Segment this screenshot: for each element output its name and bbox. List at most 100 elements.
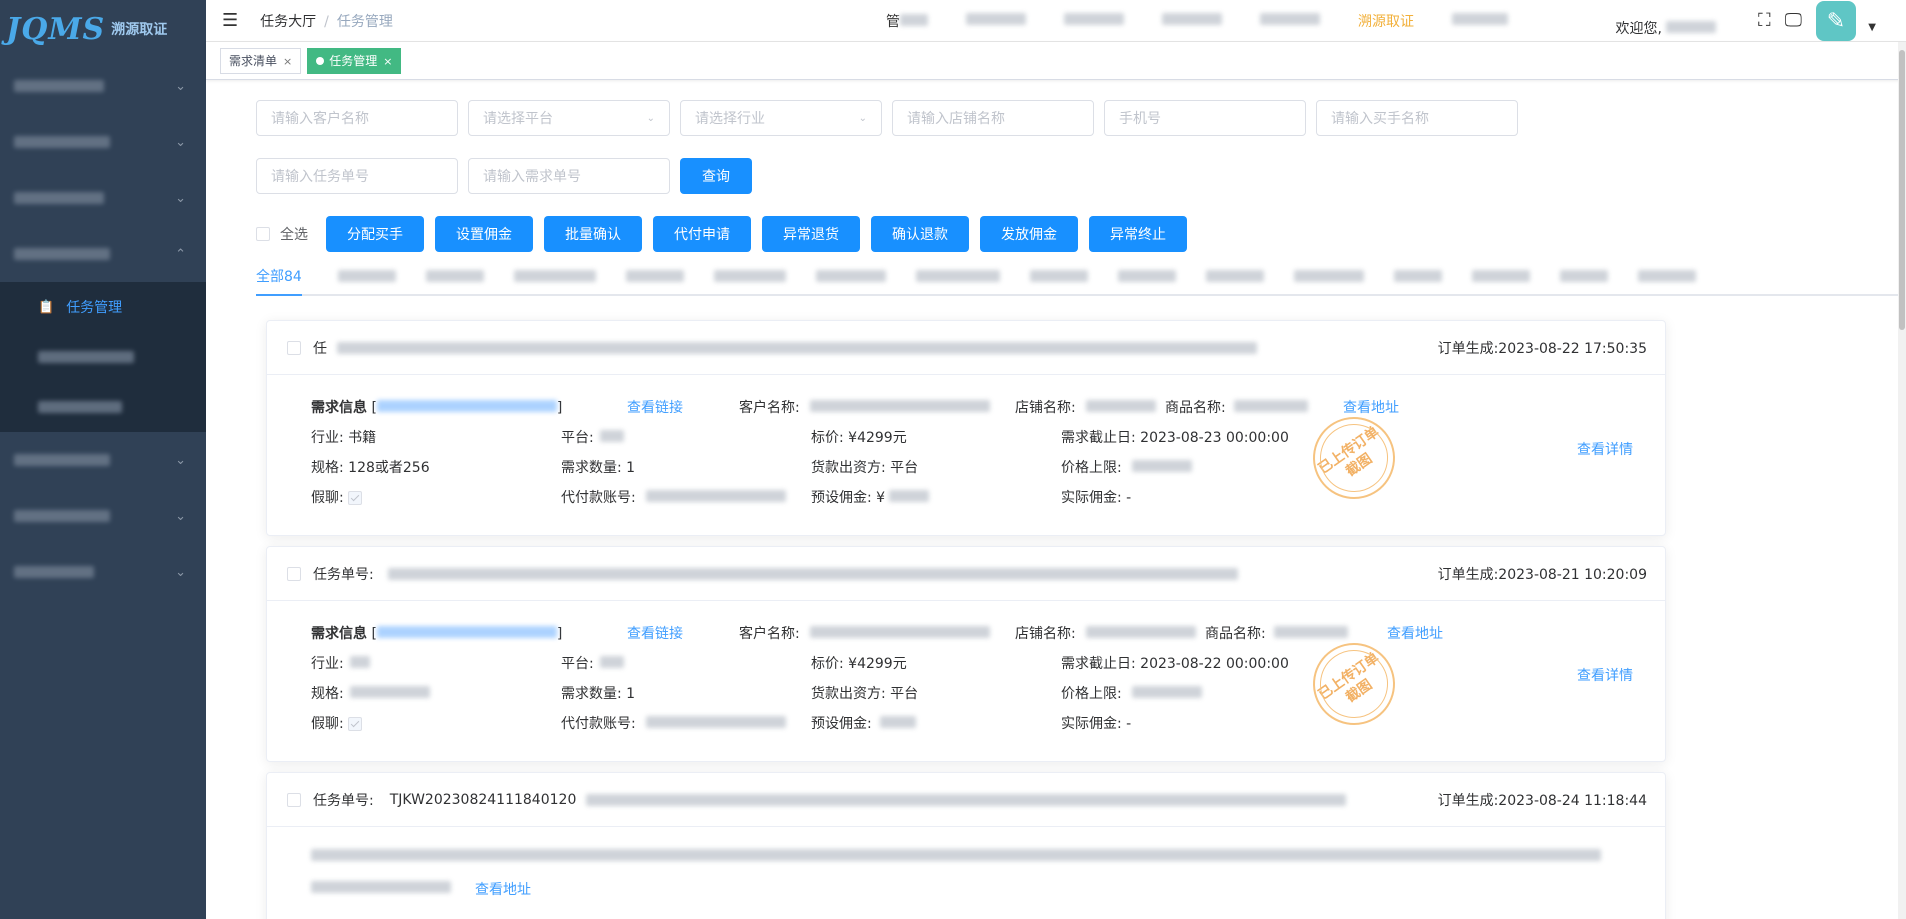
platform-select[interactable]: 请选择平台 ⌄ <box>468 100 670 136</box>
phone-input[interactable]: 手机号 <box>1104 100 1306 136</box>
tab-blurred[interactable] <box>625 270 684 282</box>
breadcrumb-current: 任务管理 <box>336 13 393 30</box>
fake-chat-field: 假聊: <box>311 487 363 507</box>
sidebar-menu-1[interactable]: ⌄ <box>0 58 206 114</box>
tab-blurred[interactable] <box>1117 270 1176 282</box>
sidebar-menu-2[interactable]: ⌄ <box>0 114 206 170</box>
view-link[interactable]: 查看链接 <box>627 397 683 417</box>
payer-field: 货款出资方: 平台 <box>811 686 919 702</box>
topnav-item-3[interactable] <box>1064 13 1124 29</box>
sidebar-subitem-2[interactable] <box>0 332 206 382</box>
tab-blurred[interactable] <box>1205 270 1264 282</box>
topnav-item-2[interactable] <box>966 13 1026 29</box>
set-commission-button[interactable]: 设置佣金 <box>435 216 533 252</box>
view-address-link[interactable]: 查看地址 <box>1387 623 1443 643</box>
query-button[interactable]: 查询 <box>680 158 752 194</box>
page-scrollbar[interactable] <box>1898 42 1906 919</box>
tab-blurred[interactable] <box>815 270 886 282</box>
blurred-label <box>1666 21 1716 33</box>
task-checkbox[interactable] <box>287 340 301 355</box>
tab-blurred[interactable] <box>425 270 484 282</box>
tab-blurred[interactable] <box>1559 270 1608 282</box>
hamburger-icon[interactable]: ☰ <box>222 10 238 31</box>
tag-label: 任务管理 <box>329 53 378 68</box>
issue-commission-button[interactable]: 发放佣金 <box>980 216 1078 252</box>
select-all-checkbox[interactable] <box>256 227 270 241</box>
blurred-row <box>311 881 451 897</box>
fullscreen-icon[interactable]: ⛶ <box>1758 10 1771 31</box>
blurred-value <box>1131 460 1192 472</box>
batch-confirm-button[interactable]: 批量确认 <box>544 216 642 252</box>
sidebar-menu-4[interactable]: ⌃ <box>0 226 206 282</box>
view-address-link[interactable]: 查看地址 <box>1343 397 1399 417</box>
close-icon[interactable]: × <box>283 55 292 68</box>
action-bar: 全选 分配买手 设置佣金 批量确认 代付申请 异常退货 确认退款 发放佣金 异常… <box>256 216 1198 252</box>
view-details-link[interactable]: 查看详情 <box>1577 439 1633 459</box>
scrollbar-thumb[interactable] <box>1899 50 1905 330</box>
tab-blurred[interactable] <box>1393 270 1442 282</box>
sidebar-menu-5[interactable]: ⌄ <box>0 432 206 488</box>
monitor-icon[interactable]: 🖵 <box>1785 10 1802 31</box>
sidebar-menu-7[interactable]: ⌄ <box>0 544 206 600</box>
buyer-name-input[interactable]: 请输入买手名称 <box>1316 100 1518 136</box>
tab-blurred[interactable] <box>1637 270 1696 282</box>
abnormal-terminate-button[interactable]: 异常终止 <box>1089 216 1187 252</box>
tab-blurred[interactable] <box>1029 270 1088 282</box>
chevron-down-icon: ⌄ <box>175 508 186 524</box>
logo-subtitle: 溯源取证 <box>111 22 168 38</box>
breadcrumb-root[interactable]: 任务大厅 <box>260 14 316 30</box>
blurred-value <box>809 400 990 412</box>
blurred-value <box>1131 686 1202 698</box>
top-header: ☰ 任务大厅 / 任务管理 管 溯源取证 欢迎您, ⛶ 🖵 ✎ ▼ <box>206 0 1906 42</box>
tab-blurred[interactable] <box>513 270 596 282</box>
tag-task-management[interactable]: 任务管理 × <box>307 47 402 74</box>
tab-blurred[interactable] <box>337 270 396 282</box>
tab-blurred[interactable] <box>1471 270 1530 282</box>
industry-select[interactable]: 请选择行业 ⌄ <box>680 100 882 136</box>
tab-all[interactable]: 全部84 <box>256 266 302 296</box>
confirm-refund-button[interactable]: 确认退款 <box>871 216 969 252</box>
price-field: 标价: ¥4299元 <box>811 430 907 446</box>
task-checkbox[interactable] <box>287 566 301 581</box>
task-no-input[interactable]: 请输入任务单号 <box>256 158 458 194</box>
tab-blurred[interactable] <box>1293 270 1364 282</box>
avatar[interactable]: ✎ <box>1816 1 1856 41</box>
fake-chat-label: 假聊: <box>311 490 344 506</box>
agent-pay-button[interactable]: 代付申请 <box>653 216 751 252</box>
sidebar-menu-6[interactable]: ⌄ <box>0 488 206 544</box>
caret-down-icon[interactable]: ▼ <box>1868 22 1876 33</box>
topnav-item-1[interactable]: 管 <box>886 11 928 31</box>
blurred-value <box>599 430 624 442</box>
customer-name-input[interactable]: 请输入客户名称 <box>256 100 458 136</box>
task-checkbox[interactable] <box>287 792 301 807</box>
sidebar-subitem-3[interactable] <box>0 382 206 432</box>
blurred-value <box>645 490 786 502</box>
blurred-value <box>1085 626 1196 638</box>
assign-buyer-button[interactable]: 分配买手 <box>326 216 424 252</box>
tab-blurred[interactable] <box>915 270 1000 282</box>
view-details-link[interactable]: 查看详情 <box>1577 665 1633 685</box>
blurred-demand-no <box>376 400 557 412</box>
shop-label: 店铺名称: <box>1015 400 1076 416</box>
close-icon[interactable]: × <box>383 55 392 68</box>
view-address-link[interactable]: 查看地址 <box>475 879 531 899</box>
topnav-item-traceability[interactable]: 溯源取证 <box>1358 11 1414 31</box>
demand-no-input[interactable]: 请输入需求单号 <box>468 158 670 194</box>
sidebar-menu-3[interactable]: ⌄ <box>0 170 206 226</box>
abnormal-return-button[interactable]: 异常退货 <box>762 216 860 252</box>
preset-commission-field: 预设佣金: <box>811 713 916 733</box>
demand-info: 需求信息 [] <box>311 397 562 417</box>
tag-demand-list[interactable]: 需求清单 × <box>220 47 302 74</box>
tab-blurred[interactable] <box>713 270 786 282</box>
placeholder: 请输入任务单号 <box>271 169 369 185</box>
topnav-item-4[interactable] <box>1162 13 1222 29</box>
view-link[interactable]: 查看链接 <box>627 623 683 643</box>
bracket-close: ] <box>556 626 563 642</box>
topnav-item-7[interactable] <box>1452 13 1508 29</box>
shop-name-input[interactable]: 请输入店铺名称 <box>892 100 1094 136</box>
tags-view: 需求清单 × 任务管理 × <box>206 42 1906 80</box>
topnav-item-5[interactable] <box>1260 13 1320 29</box>
payer-field: 货款出资方: 平台 <box>811 460 919 476</box>
sidebar-item-task-management[interactable]: 📋 任务管理 <box>0 282 206 332</box>
industry-field: 行业: <box>311 653 370 673</box>
